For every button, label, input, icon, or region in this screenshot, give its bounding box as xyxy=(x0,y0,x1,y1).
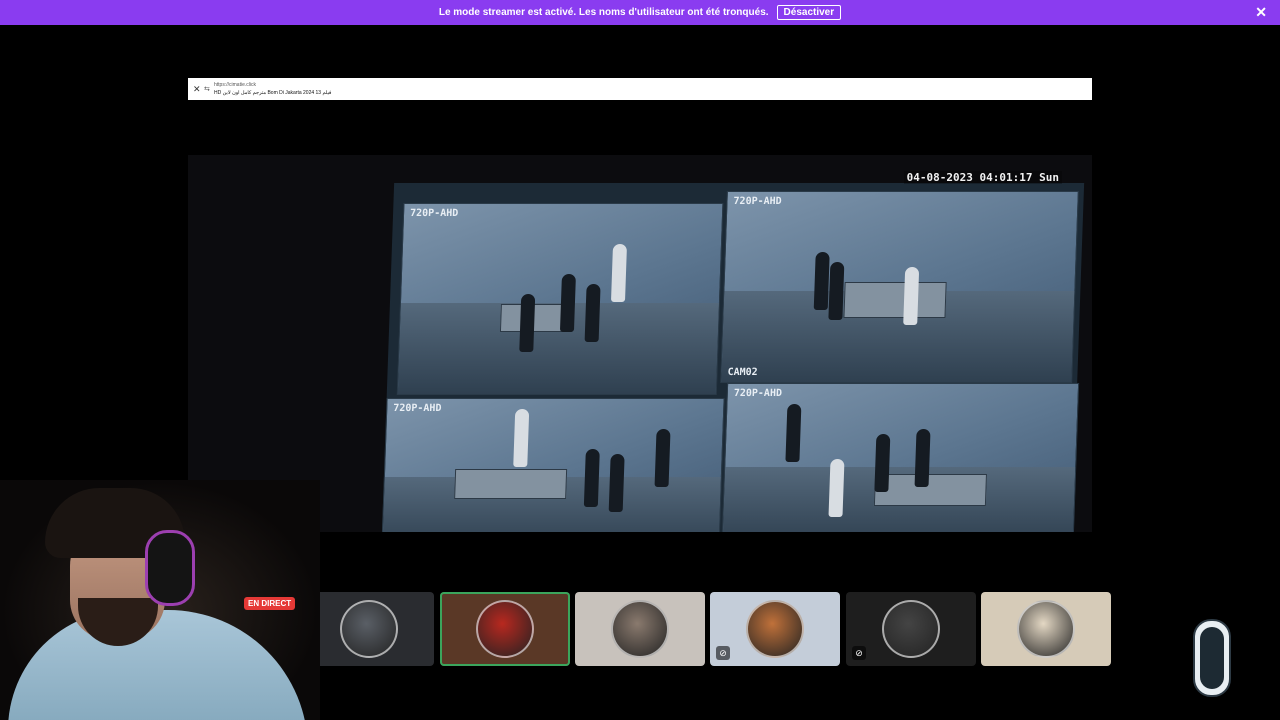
banner-message: Le mode streamer est activé. Les noms d'… xyxy=(438,7,769,18)
camera-id-label: CAM02 xyxy=(727,367,758,378)
headset-icon xyxy=(145,530,195,606)
participant-tile[interactable] xyxy=(575,592,705,666)
red-hood-avatar xyxy=(476,600,534,658)
participant-tile[interactable] xyxy=(981,592,1111,666)
globe-avatar xyxy=(340,600,398,658)
close-icon[interactable]: ✕ xyxy=(1255,4,1267,20)
camera-feed-4: 720P-AHD xyxy=(721,383,1080,532)
cctv-timestamp: 04-08-2023 04:01:17 Sun xyxy=(903,171,1062,184)
car-avatar xyxy=(882,600,940,658)
camera-feed-3: 720P-AHD xyxy=(381,398,725,532)
camera-label: 720P-AHD xyxy=(393,403,442,414)
close-tab-icon[interactable]: ✕ xyxy=(193,84,201,95)
disable-streamer-mode-button[interactable]: Désactiver xyxy=(776,5,842,20)
camera-feed-2: 720P-AHD CAM02 xyxy=(720,191,1079,383)
fox-mask-avatar xyxy=(746,600,804,658)
team-logo-icon xyxy=(1193,619,1231,697)
mic-off-icon: ⊘ xyxy=(716,646,730,660)
camera-label: 720P-AHD xyxy=(409,208,459,219)
camera-feed-1: 720P-AHD xyxy=(396,203,724,395)
participant-tile[interactable]: ⊘ xyxy=(846,592,976,666)
streamer-mode-banner: Le mode streamer est activé. Les noms d'… xyxy=(0,0,1280,25)
camera-label: 720P-AHD xyxy=(733,388,783,399)
mic-off-icon: ⊘ xyxy=(852,646,866,660)
shared-browser-header: ✕ ⇆ https://cimatie.click HD مترجم كامل … xyxy=(188,78,1092,100)
live-badge: EN DIRECT xyxy=(244,597,296,610)
participant-tile[interactable] xyxy=(304,592,434,666)
driver-avatar xyxy=(611,600,669,658)
page-title: HD مترجم كامل اون لاين Bom Di Jakarta 20… xyxy=(214,90,332,96)
woman-avatar xyxy=(1017,600,1075,658)
screen-share-video[interactable]: 720P-AHD 720P-AHD CAM02 720P-AHD 720P-AH… xyxy=(188,155,1092,532)
participant-tile-speaking[interactable] xyxy=(440,592,570,666)
camera-label: 720P-AHD xyxy=(733,196,782,207)
page-url: https://cimatie.click xyxy=(214,82,256,88)
cctv-monitor: 720P-AHD 720P-AHD CAM02 720P-AHD 720P-AH… xyxy=(381,183,1085,532)
site-settings-icon[interactable]: ⇆ xyxy=(204,85,210,93)
participant-tile[interactable]: ⊘ xyxy=(710,592,840,666)
